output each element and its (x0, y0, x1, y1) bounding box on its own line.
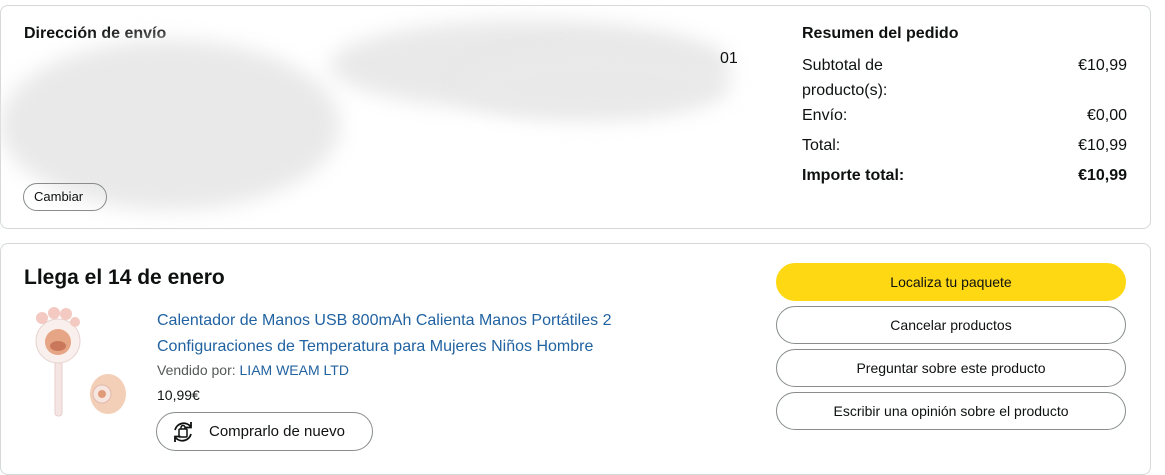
shipping-label: Envío: (802, 107, 848, 124)
buy-again-icon (174, 421, 192, 442)
buy-again-label: Comprarlo de nuevo (209, 423, 345, 440)
grand-total-row: Importe total: €10,99 (802, 163, 1127, 188)
ask-product-question-button[interactable]: Preguntar sobre este producto (776, 349, 1126, 387)
product-thumbnail[interactable] (30, 306, 130, 421)
track-package-button[interactable]: Localiza tu paquete (776, 263, 1126, 301)
subtotal-value: €10,99 (1078, 57, 1127, 74)
order-summary-title: Resumen del pedido (802, 25, 959, 42)
subtotal-row: Subtotal de producto(s): €10,99 (802, 53, 1127, 103)
seller-prefix: Vendido por: (157, 362, 236, 378)
total-value: €10,99 (1078, 137, 1127, 154)
redacted-address-blur-3 (460, 50, 730, 120)
product-price: 10,99€ (157, 387, 200, 403)
change-address-button[interactable]: Cambiar (23, 183, 107, 211)
shipping-value: €0,00 (1086, 107, 1127, 124)
grand-total-value: €10,99 (1078, 167, 1127, 184)
write-review-button[interactable]: Escribir una opinión sobre el producto (776, 392, 1126, 430)
seller-info: Vendido por: LIAM WEAM LTD (157, 362, 349, 378)
address-fragment: 01 (720, 50, 738, 67)
shipment-actions: Localiza tu paquete Cancelar productos P… (776, 263, 1126, 435)
cancel-items-button[interactable]: Cancelar productos (776, 306, 1126, 344)
product-title-link[interactable]: Calentador de Manos USB 800mAh Calienta … (157, 308, 697, 360)
shipping-row: Envío: €0,00 (802, 103, 1127, 128)
order-summary: Resumen del pedido Subtotal de producto(… (802, 25, 1127, 188)
total-label: Total: (802, 137, 841, 154)
buy-again-button[interactable]: Comprarlo de nuevo (156, 412, 373, 451)
subtotal-label: Subtotal de producto(s): (802, 57, 888, 99)
delivery-date-title: Llega el 14 de enero (24, 266, 225, 289)
seller-link[interactable]: LIAM WEAM LTD (240, 362, 349, 378)
total-row: Total: €10,99 (802, 133, 1127, 158)
grand-total-label: Importe total: (802, 167, 905, 184)
